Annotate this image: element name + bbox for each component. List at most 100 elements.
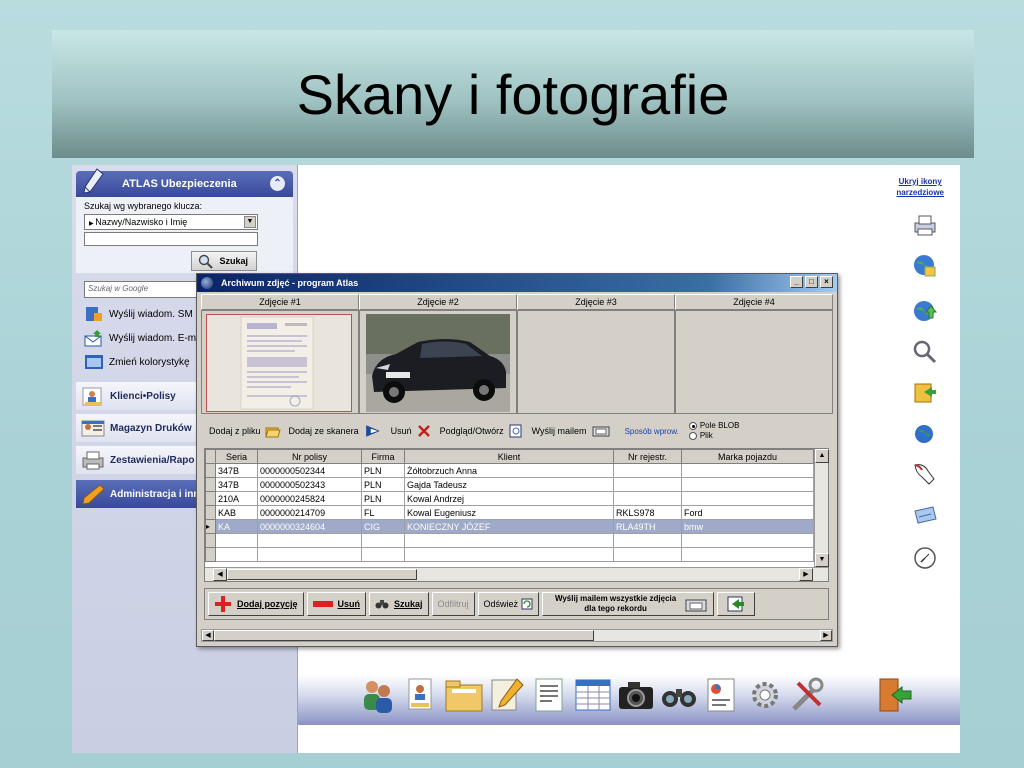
- add-from-scanner-button[interactable]: Dodaj ze skanera: [289, 423, 383, 439]
- table-row[interactable]: [205, 533, 814, 548]
- table-cell[interactable]: [215, 533, 258, 548]
- mode-file-radio[interactable]: Plik: [688, 431, 740, 441]
- table-cell[interactable]: [681, 477, 814, 492]
- scroll-right-icon[interactable]: ▶: [799, 568, 813, 581]
- users-icon[interactable]: [358, 675, 398, 715]
- table-cell[interactable]: RLA49TH: [613, 519, 682, 534]
- table-cell[interactable]: RKLS978: [613, 505, 682, 520]
- chevron-down-icon[interactable]: ▼: [244, 216, 256, 228]
- scroll-right-icon[interactable]: ▶: [820, 630, 832, 641]
- globe-upload-icon[interactable]: [912, 298, 938, 324]
- table-cell[interactable]: [613, 477, 682, 492]
- row-header[interactable]: [205, 533, 216, 548]
- send-mail-button[interactable]: Wyślij mailem: [532, 424, 611, 438]
- maximize-icon[interactable]: □: [805, 276, 818, 288]
- table-cell[interactable]: Kowal Andrzej: [404, 491, 614, 506]
- tools-icon[interactable]: [788, 675, 828, 715]
- minimize-icon[interactable]: _: [790, 276, 803, 288]
- table-cell[interactable]: [681, 533, 814, 548]
- scanned-document-image[interactable]: [206, 314, 352, 412]
- window-horizontal-scrollbar[interactable]: ◀ ▶: [201, 629, 833, 642]
- globe-icon[interactable]: [912, 421, 938, 447]
- scroll-up-icon[interactable]: ▲: [815, 449, 829, 463]
- globe-lock-icon[interactable]: [912, 253, 938, 279]
- hide-icons-link[interactable]: Ukryj ikony narzedziowe: [896, 176, 944, 198]
- grid-horizontal-scrollbar[interactable]: ◀ ▶: [205, 567, 828, 581]
- table-cell[interactable]: [404, 533, 614, 548]
- column-header[interactable]: Nr polisy: [257, 449, 362, 464]
- table-cell[interactable]: [613, 491, 682, 506]
- table-row[interactable]: 210A 0000000245824 PLN Kowal Andrzej: [205, 491, 814, 506]
- column-header[interactable]: Nr rejestr.: [613, 449, 682, 464]
- scroll-thumb[interactable]: [214, 630, 594, 641]
- table-cell[interactable]: CIG: [361, 519, 405, 534]
- archive-window-titlebar[interactable]: Archiwum zdjęć - program Atlas _ □ ×: [197, 274, 837, 292]
- table-cell[interactable]: [361, 547, 405, 562]
- table-cell[interactable]: Ford: [681, 505, 814, 520]
- table-cell[interactable]: Kowal Eugeniusz: [404, 505, 614, 520]
- send-all-photos-button[interactable]: Wyślij mailem wszystkie zdjęcia dla tego…: [542, 592, 715, 616]
- table-cell[interactable]: [257, 547, 362, 562]
- table-cell[interactable]: [613, 533, 682, 548]
- unfilter-button[interactable]: Odfiltruj: [431, 592, 475, 616]
- row-header[interactable]: [205, 491, 216, 506]
- column-header[interactable]: Marka pojazdu: [681, 449, 814, 464]
- table-cell[interactable]: [404, 547, 614, 562]
- grid-vertical-scrollbar[interactable]: ▲ ▼: [814, 449, 829, 567]
- column-header[interactable]: Klient: [404, 449, 614, 464]
- refresh-button[interactable]: Odśwież: [477, 592, 540, 616]
- scroll-left-icon[interactable]: ◀: [213, 568, 227, 581]
- table-row[interactable]: ▸ KA 0000000324604 CIG KONIECZNY JÓZEF RLA49T…: [205, 519, 814, 534]
- printer-icon[interactable]: [912, 212, 938, 238]
- table-cell[interactable]: PLN: [361, 491, 405, 506]
- close-icon[interactable]: ×: [820, 276, 833, 288]
- scroll-left-icon[interactable]: ◀: [202, 630, 214, 641]
- camera-icon[interactable]: [616, 675, 656, 715]
- table-cell[interactable]: 210A: [215, 491, 258, 506]
- table-cell[interactable]: [215, 547, 258, 562]
- search-key-select[interactable]: ▶ Nazwy/Nazwisko i Imię ▼: [84, 214, 258, 230]
- add-position-button[interactable]: Dodaj pozycję: [208, 592, 304, 616]
- table-cell[interactable]: PLN: [361, 463, 405, 478]
- clock-icon[interactable]: [912, 545, 938, 571]
- table-cell[interactable]: Gajda Tadeusz: [404, 477, 614, 492]
- notes-icon[interactable]: [530, 675, 570, 715]
- search-record-button[interactable]: Szukaj: [369, 592, 429, 616]
- spreadsheet-icon[interactable]: [573, 675, 613, 715]
- folder-icon[interactable]: [444, 675, 484, 715]
- current-row-marker-icon[interactable]: ▸: [205, 519, 216, 534]
- folder-arrow-icon[interactable]: [912, 379, 938, 405]
- table-cell[interactable]: Żółtobrzuch Anna: [404, 463, 614, 478]
- row-header[interactable]: [205, 547, 216, 562]
- gear-icon[interactable]: [745, 675, 785, 715]
- table-cell[interactable]: 0000000245824: [257, 491, 362, 506]
- photo-slot-1[interactable]: [201, 310, 359, 414]
- table-row[interactable]: [205, 547, 814, 562]
- table-cell[interactable]: KONIECZNY JÓZEF: [404, 519, 614, 534]
- table-cell[interactable]: 0000000214709: [257, 505, 362, 520]
- table-cell[interactable]: [257, 533, 362, 548]
- row-header[interactable]: [205, 477, 216, 492]
- row-header[interactable]: [205, 463, 216, 478]
- table-cell[interactable]: [613, 547, 682, 562]
- search-button[interactable]: Szukaj: [191, 251, 257, 271]
- report-chart-icon[interactable]: [702, 675, 742, 715]
- exit-window-button[interactable]: [717, 592, 756, 616]
- mode-blob-radio[interactable]: Pole BLOB: [688, 421, 739, 431]
- table-cell[interactable]: 0000000502344: [257, 463, 362, 478]
- collapse-icon[interactable]: ⌃: [270, 176, 285, 191]
- google-search-input[interactable]: Szukaj w Google: [84, 281, 202, 298]
- table-cell[interactable]: PLN: [361, 477, 405, 492]
- card-icon[interactable]: [912, 503, 938, 529]
- photo-slot-3[interactable]: [517, 310, 675, 414]
- table-row[interactable]: 347B 0000000502343 PLN Gajda Tadeusz: [205, 477, 814, 492]
- car-photo-image[interactable]: [366, 314, 510, 412]
- delete-record-button[interactable]: Usuń: [306, 592, 367, 616]
- client-card-icon[interactable]: [401, 675, 441, 715]
- table-row[interactable]: KAB 0000000214709 FL Kowal Eugeniusz RKLS978…: [205, 505, 814, 520]
- table-cell[interactable]: KAB: [215, 505, 258, 520]
- scroll-down-icon[interactable]: ▼: [815, 553, 829, 567]
- preview-open-button[interactable]: Podgląd/Otwórz: [440, 424, 524, 438]
- exit-door-icon[interactable]: [874, 675, 914, 715]
- row-header[interactable]: [205, 505, 216, 520]
